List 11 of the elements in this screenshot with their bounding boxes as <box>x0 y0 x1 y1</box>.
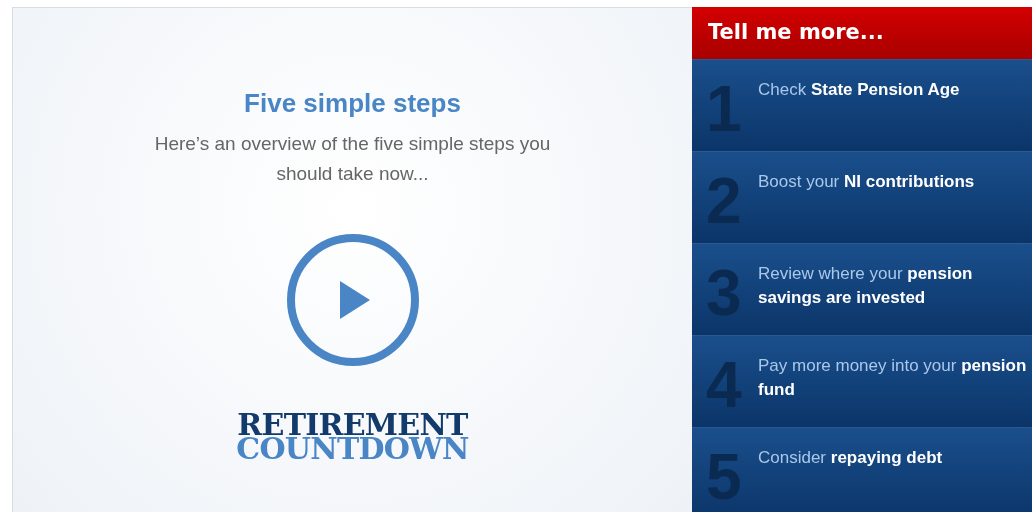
panel-heading: Tell me more... <box>708 19 884 47</box>
step-text: Consider repaying debt <box>758 447 944 469</box>
step-text: Review where your pension savings are invested <box>758 263 974 309</box>
play-icon[interactable] <box>285 233 420 367</box>
logo-text: RETIREMENT <box>237 413 468 437</box>
step-text: Pay more money into your pension fund <box>758 355 1028 401</box>
video-subtitle: Here’s an overview of the five simple steps you should take now... <box>153 132 552 186</box>
logo-text: COUNTDOWN <box>236 437 469 461</box>
step-text: Check State Pension Age <box>758 79 961 101</box>
video-title: Five simple steps <box>244 87 461 120</box>
step-text: Boost your NI contributions <box>758 171 976 193</box>
